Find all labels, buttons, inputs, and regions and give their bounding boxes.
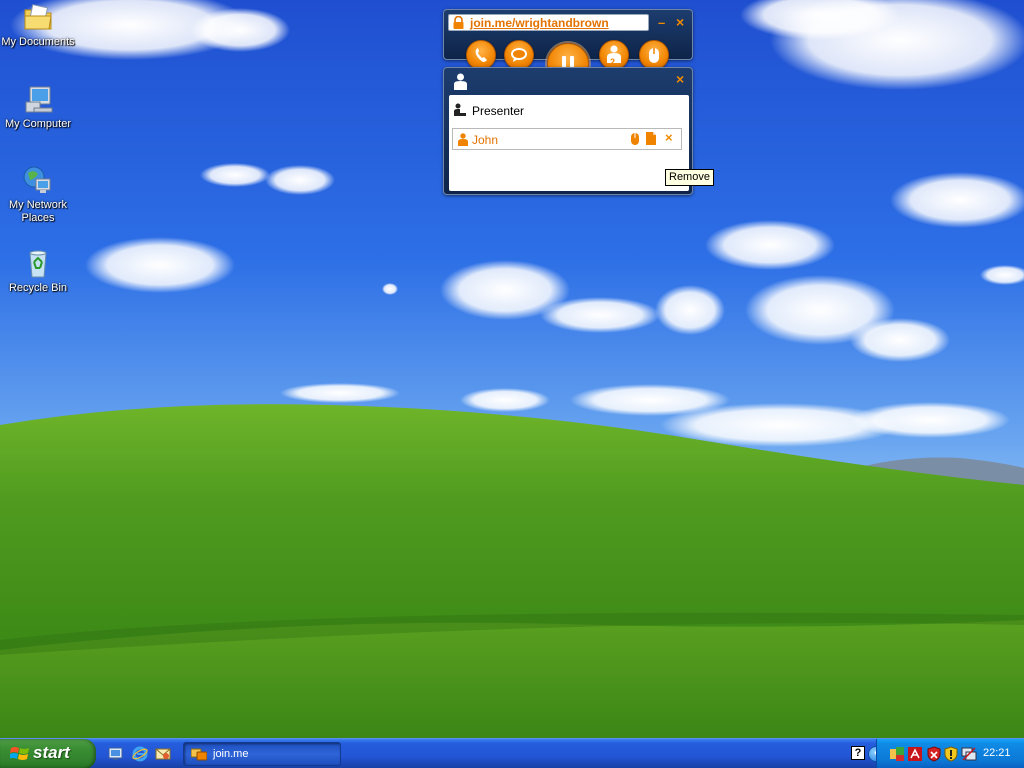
meeting-url-link[interactable]: join.me/wrightandbrown <box>470 16 609 30</box>
network-tray-icon[interactable] <box>961 746 977 762</box>
desktop-icon-label: My Network Places <box>8 199 68 224</box>
remove-tooltip: Remove <box>665 169 714 186</box>
participant-name: John <box>472 133 499 147</box>
call-button[interactable] <box>466 40 496 70</box>
system-tray: 22:21 <box>876 739 1024 768</box>
computer-icon <box>22 84 54 116</box>
meeting-url-box[interactable]: join.me/wrightandbrown <box>448 14 649 31</box>
desktop-icon-label: Recycle Bin <box>8 282 68 294</box>
phone-icon <box>474 47 488 63</box>
joinme-icon <box>190 747 208 764</box>
start-button[interactable]: start <box>0 739 96 768</box>
desktop-icon-my-documents[interactable]: My Documents <box>0 2 76 49</box>
give-control-icon[interactable] <box>630 132 640 149</box>
presenter-icon <box>454 103 466 120</box>
document-icon[interactable] <box>646 132 656 148</box>
windows-logo-icon <box>9 745 30 766</box>
participant-count: 2 <box>610 57 616 67</box>
chat-button[interactable] <box>504 40 534 70</box>
show-desktop-icon[interactable] <box>108 746 124 762</box>
start-label: start <box>33 743 70 762</box>
help-icon[interactable]: ? <box>851 746 865 760</box>
presenter-label: Presenter <box>472 104 525 118</box>
person-icon <box>454 73 467 93</box>
participant-person-icon <box>458 133 468 149</box>
taskbar: start join.me ? ‹ <box>0 738 1024 768</box>
chat-icon <box>510 47 528 63</box>
remove-participant-button[interactable]: × <box>665 131 673 145</box>
internet-explorer-icon[interactable] <box>132 746 148 762</box>
desktop-icon-label: My Documents <box>1 36 75 48</box>
clock[interactable]: 22:21 <box>983 747 1011 760</box>
participant-row[interactable]: John × <box>452 128 682 150</box>
share-control-button[interactable] <box>639 40 669 70</box>
presenter-row: Presenter <box>454 103 524 119</box>
taskbar-item-joinme[interactable]: join.me <box>183 742 341 766</box>
participants-panel: × Presenter John × <box>443 67 693 195</box>
joinme-toolbar: join.me/wrightandbrown – × 2 <box>443 9 693 85</box>
outlook-express-icon[interactable] <box>155 746 171 762</box>
taskbar-item-label: join.me <box>213 748 249 760</box>
network-places-icon <box>22 165 54 197</box>
security-alert-icon[interactable] <box>926 746 942 762</box>
close-button[interactable]: × <box>676 15 684 29</box>
recycle-bin-icon <box>22 248 54 280</box>
joinme-tray-icon[interactable] <box>889 746 905 762</box>
desktop-icon-label: My Computer <box>4 118 72 130</box>
lock-icon <box>452 15 465 30</box>
participants-list: Presenter John × <box>449 95 689 191</box>
panel-close-button[interactable]: × <box>676 72 684 86</box>
desktop-icon-recycle-bin[interactable]: Recycle Bin <box>0 248 76 295</box>
shield-tray-icon[interactable] <box>943 746 959 762</box>
minimize-button[interactable]: – <box>658 16 665 29</box>
folder-documents-icon <box>22 2 54 34</box>
mouse-icon <box>648 46 660 64</box>
acrobat-tray-icon[interactable] <box>907 746 923 762</box>
desktop-icon-my-network-places[interactable]: My Network Places <box>0 165 76 225</box>
desktop-icon-my-computer[interactable]: My Computer <box>0 84 76 131</box>
